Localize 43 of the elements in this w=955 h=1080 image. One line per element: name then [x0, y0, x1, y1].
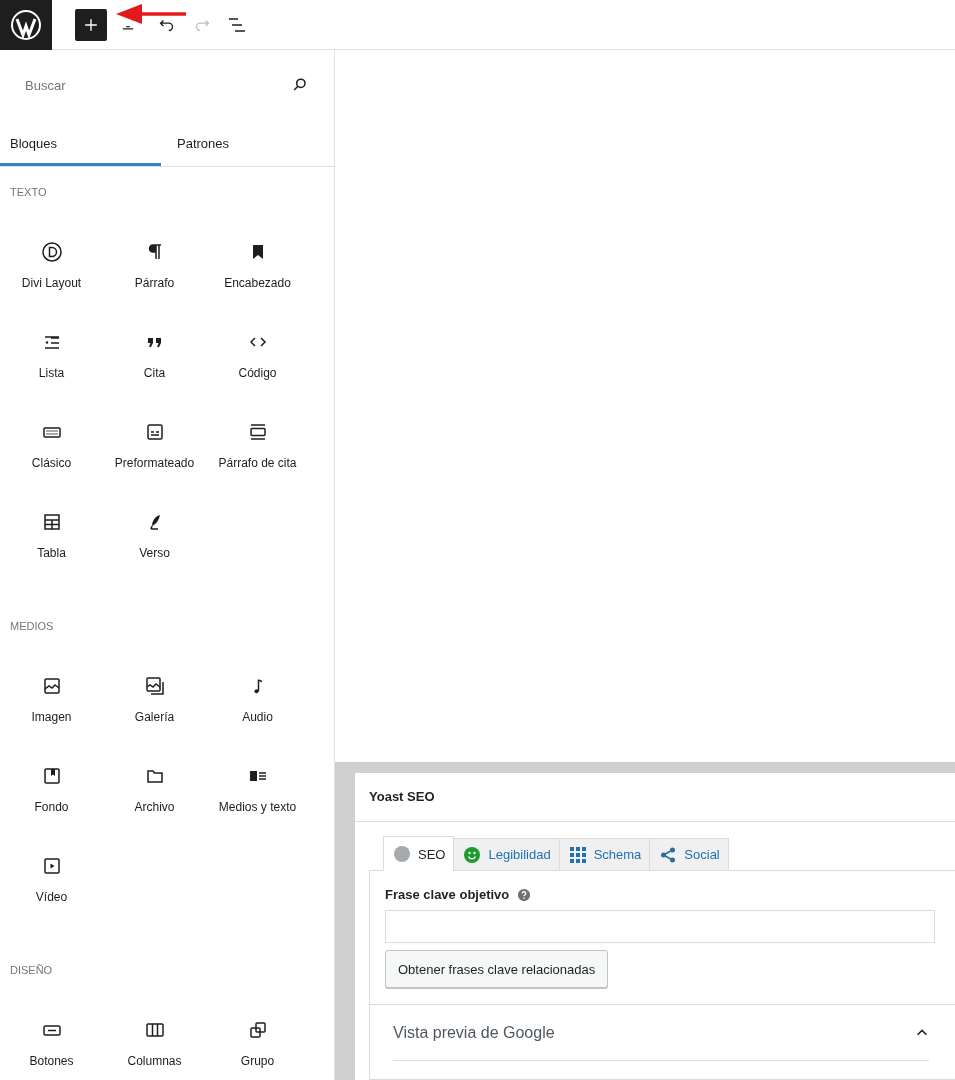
google-preview-toggle[interactable]: Vista previa de Google: [393, 1005, 929, 1060]
block-item[interactable]: Clásico: [0, 406, 103, 496]
block-item[interactable]: Preformateado: [103, 406, 206, 496]
block-item[interactable]: Fondo: [0, 750, 103, 840]
block-item[interactable]: Código: [206, 316, 309, 406]
section-heading: MEDIOS: [10, 619, 54, 634]
share-icon: [660, 846, 677, 863]
music-note-icon: [253, 679, 262, 694]
block-item[interactable]: Audio: [206, 660, 309, 750]
block-item[interactable]: Divi Layout: [0, 226, 103, 316]
field-label: Frase clave objetivo: [385, 887, 510, 902]
block-item[interactable]: Lista: [0, 316, 103, 406]
block-item[interactable]: Verso: [103, 496, 206, 586]
related-keyphrases-button[interactable]: Obtener frases clave relacionadas: [385, 950, 609, 988]
tab[interactable]: Legibilidad: [453, 838, 560, 870]
tab[interactable]: Schema: [558, 838, 651, 870]
tab[interactable]: Patrones: [161, 120, 322, 166]
block-item[interactable]: Imagen: [0, 660, 103, 750]
add-block-button[interactable]: [75, 8, 107, 41]
section-heading: DISEÑO: [10, 963, 53, 978]
block-item[interactable]: Grupo: [206, 1004, 309, 1080]
tab[interactable]: Social: [649, 838, 729, 870]
block-item[interactable]: Columnas: [103, 1004, 206, 1080]
block-item[interactable]: Botones: [0, 1004, 103, 1080]
block-item[interactable]: Archivo: [103, 750, 206, 840]
block-item[interactable]: Cita: [103, 316, 206, 406]
tab[interactable]: Bloques: [0, 120, 161, 166]
search-field[interactable]: Buscar: [25, 77, 290, 93]
block-item[interactable]: Párrafo de cita: [206, 406, 309, 496]
grid-icon: [569, 846, 586, 863]
block-item[interactable]: Párrafo: [103, 226, 206, 316]
tab[interactable]: SEO: [383, 836, 455, 871]
block-item[interactable]: Tabla: [0, 496, 103, 586]
help-icon[interactable]: [517, 887, 532, 902]
block-item[interactable]: Encabezado: [206, 226, 309, 316]
circle-icon: [39, 240, 64, 264]
logo-icon[interactable]: [10, 8, 42, 41]
keyphrase-field[interactable]: [385, 910, 935, 943]
block-item[interactable]: Medios y texto: [206, 750, 309, 840]
block-item[interactable]: Vídeo: [0, 840, 103, 930]
block-item[interactable]: Galería: [103, 660, 206, 750]
section-heading: TEXTO: [10, 185, 47, 200]
panel-title: Yoast SEO: [355, 773, 955, 822]
